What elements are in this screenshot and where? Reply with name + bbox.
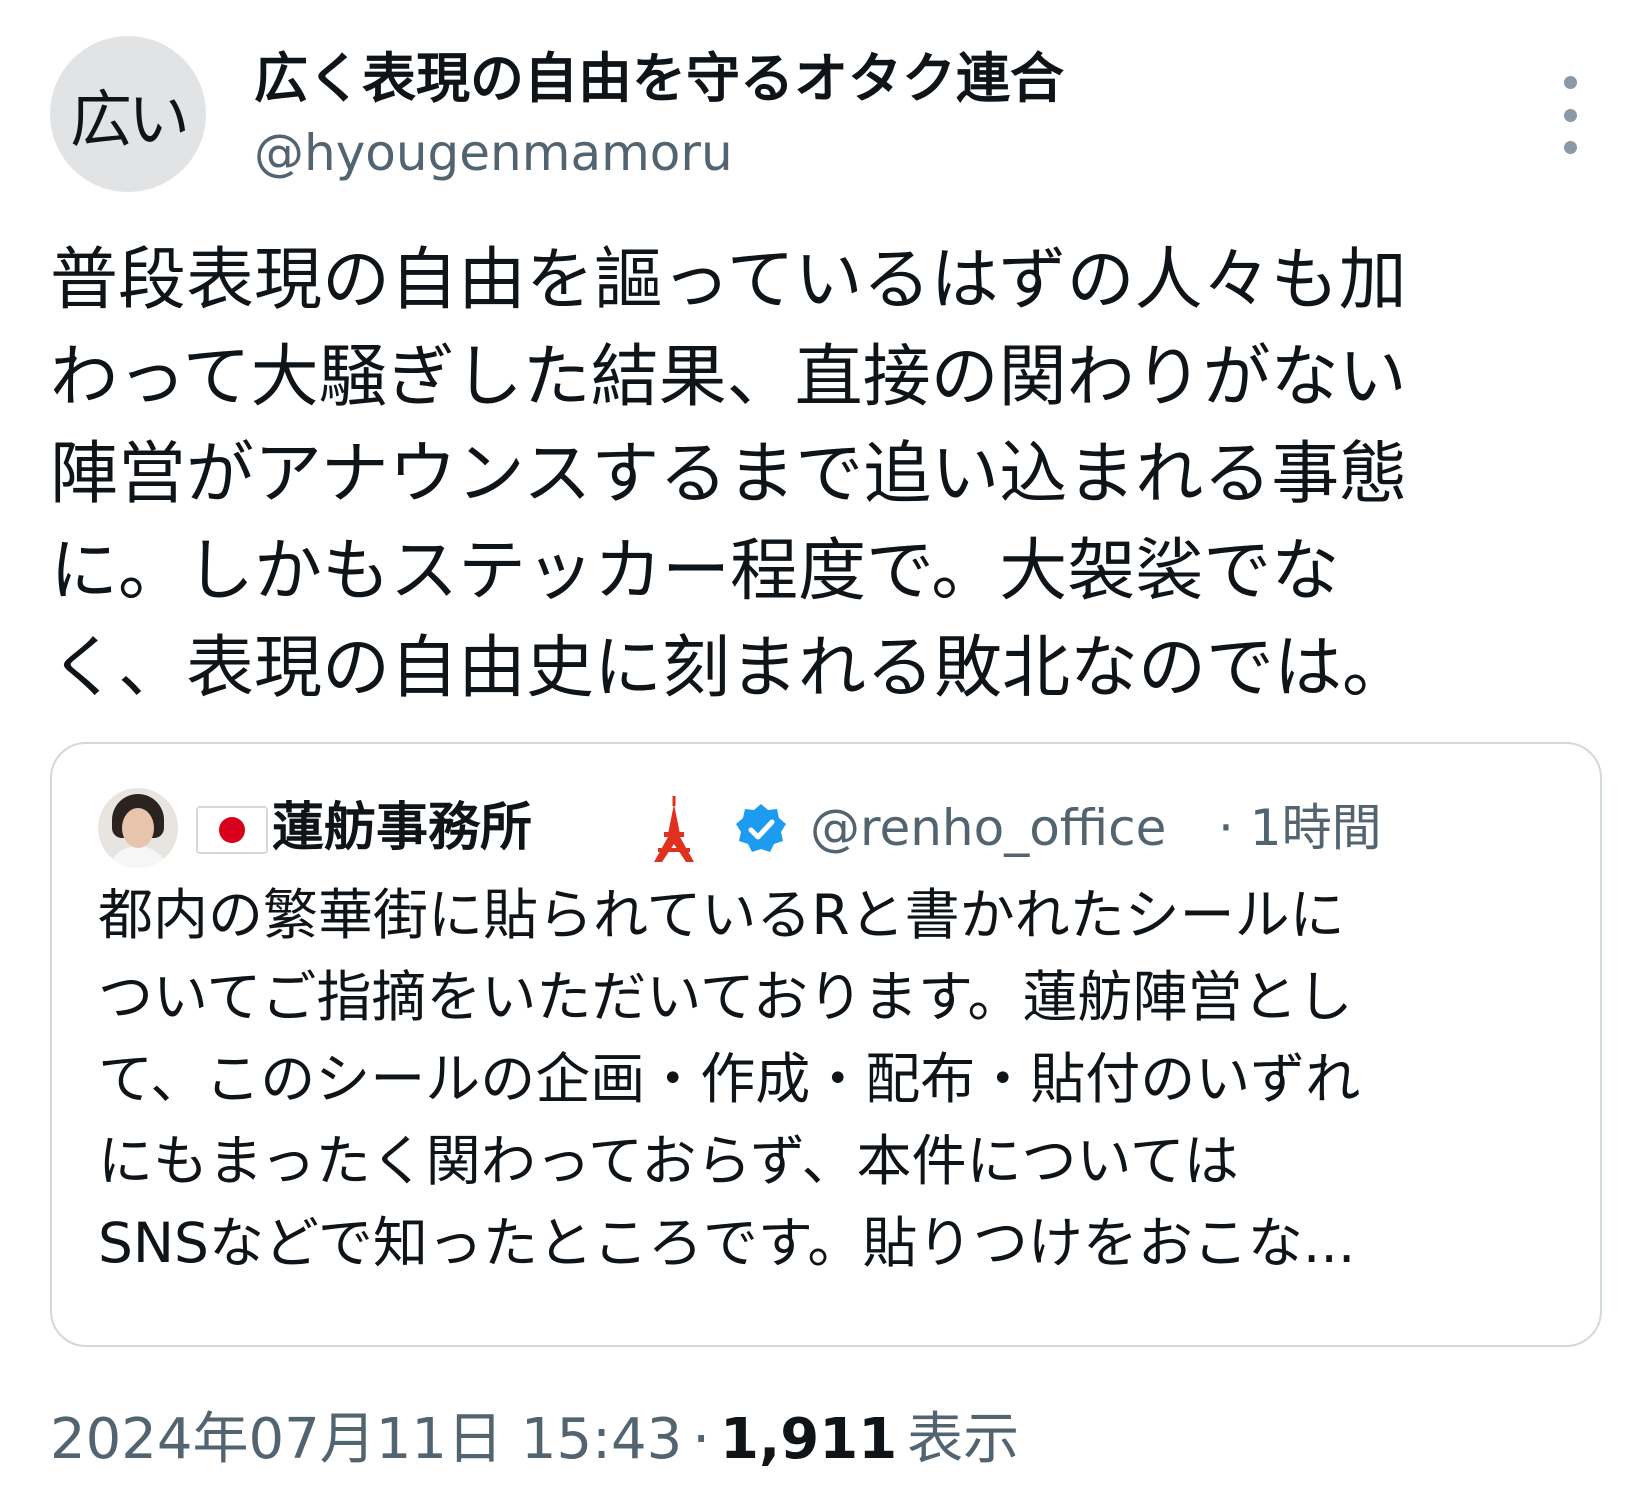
view-count: 1,911 [720, 1407, 898, 1472]
avatar-face [122, 808, 154, 848]
quoted-author-handle[interactable]: @renho_office [810, 792, 1166, 864]
avatar-text: 広い [69, 83, 190, 156]
meta-separator: · [692, 1407, 711, 1472]
flag-sun [219, 817, 245, 843]
author-handle[interactable]: @hyougenmamoru [254, 118, 733, 188]
quoted-post[interactable]: 蓮舫事務所 @renho_office · 1時間 都内の繁華街に貼られているR… [50, 742, 1602, 1347]
quoted-post-time[interactable]: · 1時間 [1218, 792, 1382, 864]
post-header: 広い 広く表現の自由を守るオタク連合 @hyougenmamoru [50, 36, 1610, 196]
author-name[interactable]: 広く表現の自由を守るオタク連合 [254, 44, 1064, 114]
author-avatar[interactable]: 広い [50, 36, 206, 192]
japan-flag-icon [196, 806, 268, 854]
post-timestamp[interactable]: 2024年07月11日 15:43 [50, 1407, 682, 1472]
quoted-post-text: 都内の繁華街に貼られているRと書かれたシールに ついてご指摘をいただいております… [98, 883, 1361, 1275]
views-label: 表示 [907, 1407, 1020, 1472]
post-meta: 2024年07月11日 15:43 · 1,911 表示 [50, 1400, 1019, 1480]
more-vertical-icon[interactable] [1550, 70, 1590, 160]
more-dot [1563, 76, 1577, 89]
tokyo-tower-icon [654, 796, 694, 862]
post: 広い 広く表現の自由を守るオタク連合 @hyougenmamoru 普段表現の自… [0, 0, 1644, 1505]
avatar-shoulders [106, 846, 170, 868]
more-dot [1563, 141, 1577, 154]
post-text: 普段表現の自由を謳っているはずの人々も加 わって大騒ぎした結果、直接の関わりがな… [50, 241, 1411, 708]
verified-badge-icon [736, 804, 786, 852]
quoted-post-header: 蓮舫事務所 @renho_office · 1時間 [98, 788, 1578, 868]
more-dot [1563, 108, 1577, 122]
quoted-author-avatar[interactable] [98, 788, 178, 868]
quoted-author-name[interactable]: 蓮舫事務所 [272, 792, 532, 864]
